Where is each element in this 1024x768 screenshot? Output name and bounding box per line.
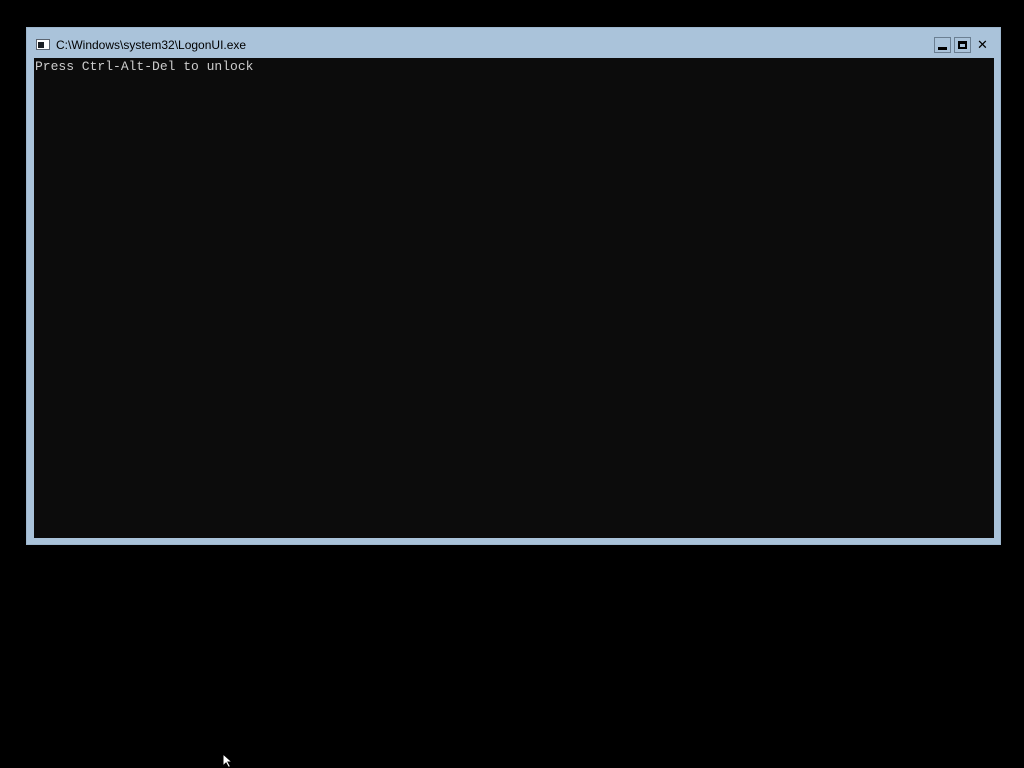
title-bar[interactable]: C:\Windows\system32\LogonUI.exe ✕ <box>27 28 1000 58</box>
desktop: C:\Windows\system32\LogonUI.exe ✕ Press … <box>0 0 1024 768</box>
window-title: C:\Windows\system32\LogonUI.exe <box>56 38 247 52</box>
close-icon: ✕ <box>977 37 988 53</box>
console-line: Press Ctrl-Alt-Del to unlock <box>35 59 254 74</box>
console-app-icon[interactable] <box>36 39 50 50</box>
maximize-icon <box>958 41 967 49</box>
minimize-icon <box>938 46 947 50</box>
console-window[interactable]: C:\Windows\system32\LogonUI.exe ✕ Press … <box>26 27 1001 545</box>
minimize-button[interactable] <box>934 37 951 53</box>
close-button[interactable]: ✕ <box>974 37 991 53</box>
console-output[interactable]: Press Ctrl-Alt-Del to unlock <box>34 58 994 538</box>
mouse-cursor-icon <box>222 753 234 768</box>
maximize-button[interactable] <box>954 37 971 53</box>
